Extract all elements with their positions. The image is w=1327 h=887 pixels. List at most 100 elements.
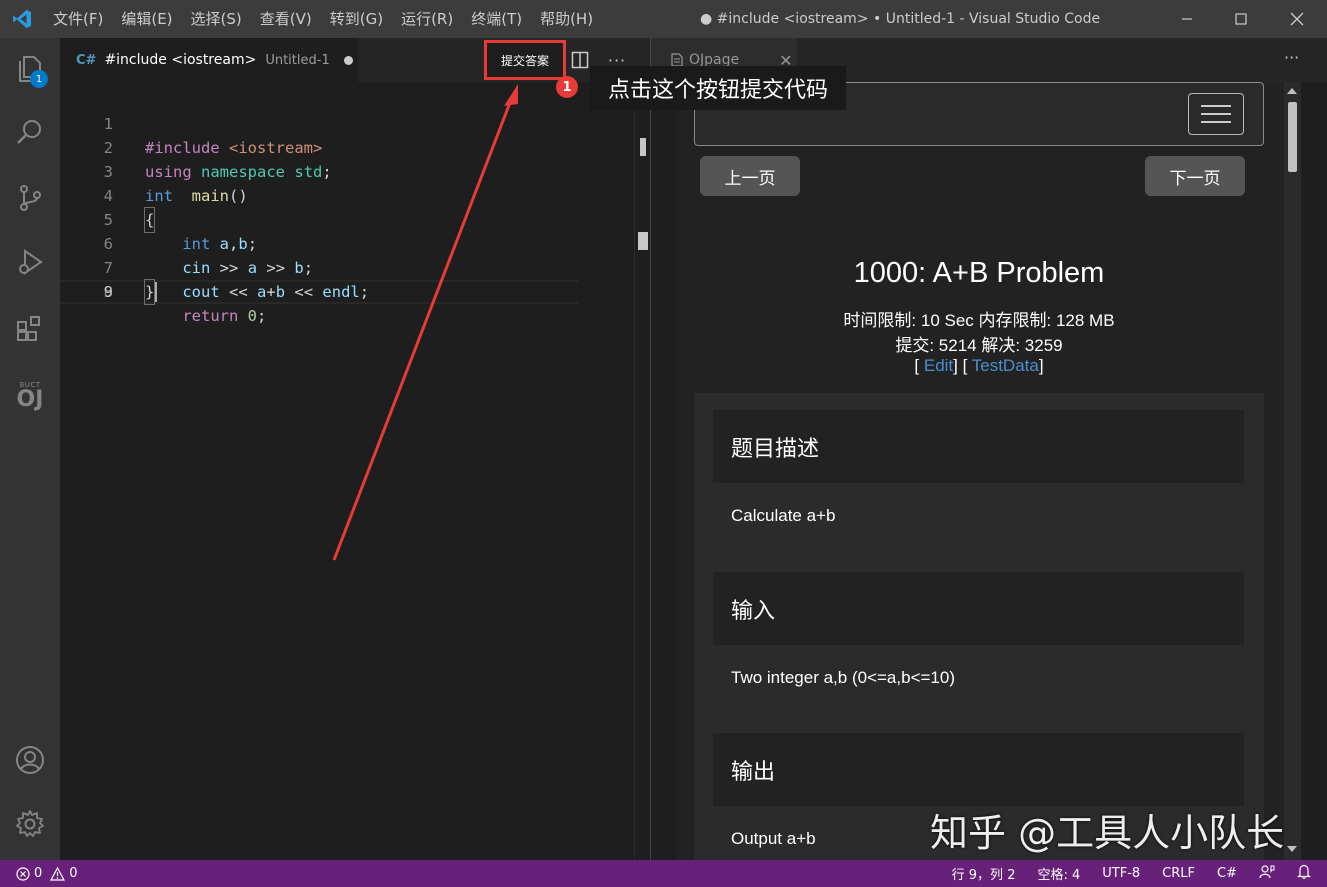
run-debug-icon [19, 249, 43, 275]
split-editor-button[interactable] [568, 48, 592, 72]
activity-bar: 1 BUCT OJ [0, 38, 60, 860]
callout-tooltip: 点击这个按钮提交代码 [590, 66, 846, 110]
explorer-button[interactable]: 1 [0, 40, 60, 96]
oj-big-label: OJ [16, 387, 44, 412]
accounts-button[interactable] [0, 732, 60, 788]
problem-content: 题目描述 Calculate a+b 输入 Two integer a,b (0… [694, 393, 1264, 860]
editor-tab-untitled[interactable]: C# #include <iostream> Untitled-1 [60, 38, 358, 82]
problem-limits: 时间限制: 10 Sec 内存限制: 128 MB [843, 311, 1115, 330]
indentation-status[interactable]: 空格: 4 [1026, 864, 1091, 883]
search-icon [17, 120, 41, 144]
source-control-button[interactable] [0, 170, 60, 226]
menu-selection[interactable]: 选择(S) [182, 0, 251, 38]
hamburger-line-icon [1201, 113, 1231, 115]
warning-count: 0 [69, 866, 78, 881]
error-count: 0 [34, 866, 43, 881]
hamburger-line-icon [1201, 105, 1231, 107]
edit-link[interactable]: Edit [924, 356, 953, 375]
editor-scrollbar[interactable] [634, 82, 650, 860]
source-control-icon [20, 185, 41, 211]
section-heading-description: 题目描述 [713, 410, 1244, 483]
menu-bar: 文件(F) 编辑(E) 选择(S) 查看(V) 转到(G) 运行(R) 终端(T… [44, 0, 602, 38]
eol-status[interactable]: CRLF [1151, 866, 1206, 881]
menu-edit[interactable]: 编辑(E) [112, 0, 181, 38]
testdata-link[interactable]: TestData [972, 356, 1039, 375]
vscode-logo-icon [0, 0, 44, 38]
menu-go[interactable]: 转到(G) [321, 0, 392, 38]
code-editor[interactable]: 1 #include <iostream> 2 using namespace … [60, 82, 634, 860]
scroll-up-icon[interactable] [1287, 88, 1297, 94]
code-line-active: 9 } [60, 279, 578, 305]
minimize-button[interactable] [1160, 0, 1214, 38]
language-mode[interactable]: C# [1206, 866, 1248, 881]
extensions-icon [17, 316, 40, 341]
problem-title: 1000: A+B Problem [853, 257, 1105, 289]
feedback-button[interactable] [1248, 864, 1286, 883]
menu-help[interactable]: 帮助(H) [531, 0, 602, 38]
extensions-button[interactable] [0, 300, 60, 356]
error-icon [16, 866, 30, 881]
zhihu-watermark: 知乎 @工具人小队长 [930, 811, 1285, 855]
cursor-position[interactable]: 行 9，列 2 [941, 864, 1027, 883]
split-editor-icon [571, 51, 589, 69]
code-line: 3 int main() [60, 136, 634, 205]
account-icon [16, 746, 44, 774]
close-window-button[interactable] [1270, 0, 1324, 38]
search-button[interactable] [0, 104, 60, 160]
code-line: 1 #include <iostream> [60, 88, 634, 157]
window-title: ● #include <iostream> • Untitled-1 - Vis… [700, 11, 1101, 27]
preview-group: OJpage ✕ ··· 上一页 下一页 1000: A+B Problem 时… [651, 38, 1327, 860]
editor-group: C# #include <iostream> Untitled-1 提交答案 ·… [60, 38, 650, 860]
menu-file[interactable]: 文件(F) [44, 0, 112, 38]
scroll-marker [638, 232, 648, 250]
encoding-status[interactable]: UTF-8 [1091, 866, 1151, 881]
prev-page-button[interactable]: 上一页 [700, 156, 800, 196]
maximize-button[interactable] [1214, 0, 1268, 38]
hamburger-line-icon [1201, 121, 1231, 123]
code-line: 4 { [60, 160, 634, 233]
menu-run[interactable]: 运行(R) [392, 0, 462, 38]
close-icon [1290, 12, 1304, 26]
editor-tab-bar: C# #include <iostream> Untitled-1 提交答案 ·… [60, 38, 650, 82]
settings-button[interactable] [0, 796, 60, 852]
code-line: 7 cout << a+b << endl; [60, 232, 634, 301]
status-bar: 0 0 行 9，列 2 空格: 4 UTF-8 CRLF C# [0, 860, 1327, 887]
problem-stats: 提交: 5214 解决: 3259 [895, 336, 1063, 355]
oj-logo-icon: BUCT OJ [17, 381, 44, 411]
warning-icon [50, 866, 66, 881]
title-bar: 文件(F) 编辑(E) 选择(S) 查看(V) 转到(G) 运行(R) 终端(T… [0, 0, 1327, 38]
section-body-description: Calculate a+b [731, 506, 836, 525]
notifications-button[interactable] [1286, 864, 1311, 883]
feedback-icon [1259, 865, 1275, 879]
scroll-marker [640, 138, 646, 156]
run-debug-button[interactable] [0, 234, 60, 290]
maximize-icon [1235, 13, 1247, 25]
text-cursor [155, 282, 157, 302]
section-heading-input: 输入 [713, 572, 1244, 645]
explorer-badge: 1 [30, 70, 48, 88]
next-page-button[interactable]: 下一页 [1145, 156, 1245, 196]
submit-answer-button[interactable]: 提交答案 [484, 40, 566, 80]
problems-status[interactable]: 0 0 [16, 860, 78, 887]
menu-terminal[interactable]: 终端(T) [462, 0, 531, 38]
line-number: 9 [103, 283, 113, 301]
section-body-input: Two integer a,b (0<=a,b<=10) [731, 668, 955, 687]
problem-links: [ Edit] [ TestData] [914, 356, 1044, 375]
bell-icon [1297, 864, 1311, 879]
menu-view[interactable]: 查看(V) [251, 0, 321, 38]
code-line: 8 return 0; [60, 256, 634, 325]
tab-filename: #include <iostream> [104, 52, 257, 68]
tab-description: Untitled-1 [265, 52, 330, 68]
section-body-output: Output a+b [731, 829, 816, 848]
preview-file-icon [671, 53, 683, 67]
scroll-down-icon[interactable] [1287, 846, 1297, 852]
gear-icon [16, 810, 44, 837]
preview-more-actions-button[interactable]: ··· [1284, 48, 1299, 67]
scroll-thumb[interactable] [1288, 102, 1297, 172]
preview-scrollbar[interactable] [1284, 82, 1301, 860]
callout-number-badge: 1 [556, 76, 578, 98]
status-bar-right: 行 9，列 2 空格: 4 UTF-8 CRLF C# [941, 860, 1311, 887]
unsaved-dot-icon[interactable] [343, 55, 353, 65]
oj-extension-button[interactable]: BUCT OJ [0, 368, 60, 424]
hamburger-menu-button[interactable] [1188, 93, 1244, 135]
